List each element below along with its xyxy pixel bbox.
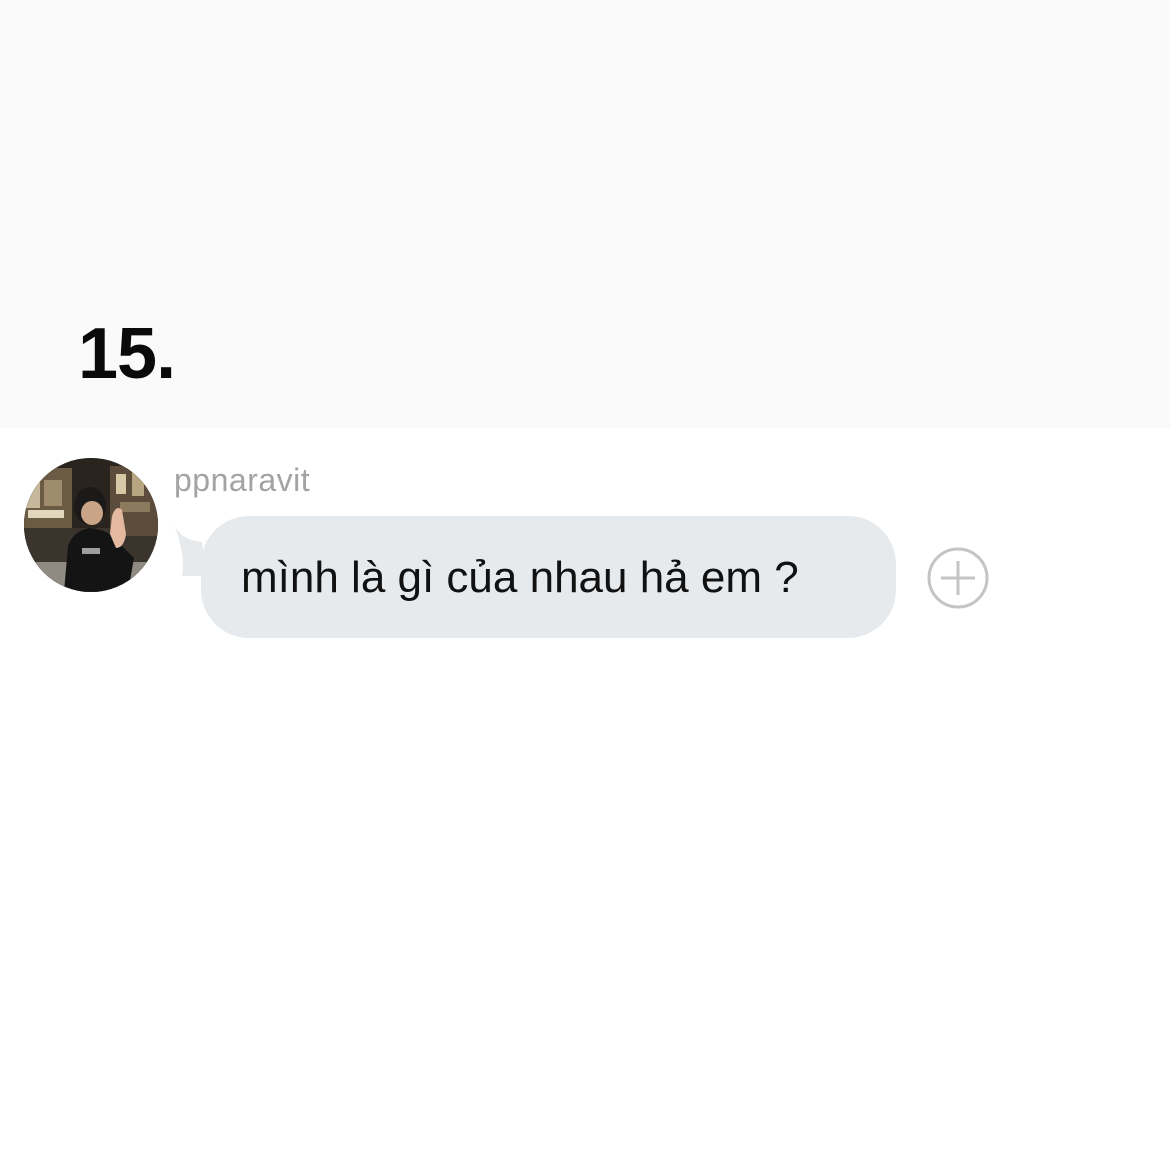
message-bubble[interactable]: mình là gì của nhau hả em ? [201, 516, 896, 638]
avatar-photo [24, 458, 158, 592]
header-area: 15. [0, 0, 1170, 428]
sender-name: ppnaravit [174, 462, 311, 498]
plus-circle-icon[interactable] [926, 546, 990, 610]
avatar[interactable] [24, 458, 158, 592]
message-text: mình là gì của nhau hả em ? [241, 553, 799, 602]
screenshot-page: 15. ppnaravit mình là gì của nhau hả em … [0, 0, 1170, 1170]
item-number: 15. [78, 314, 176, 394]
